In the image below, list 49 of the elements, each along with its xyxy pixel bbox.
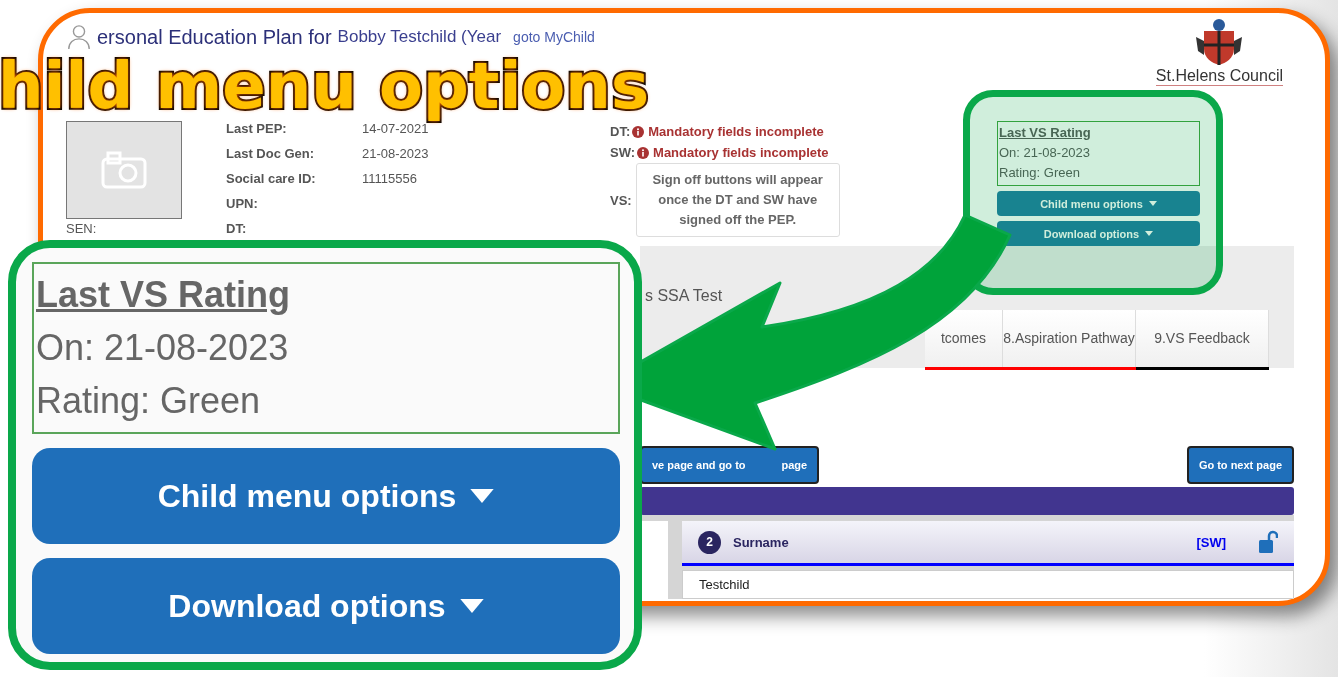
page-title: ersonal Education Plan for [97, 25, 332, 49]
caret-icon [470, 489, 495, 503]
dropdown-button[interactable]: Child menu options [997, 191, 1200, 216]
rating-date: On: 21-08-2023 [36, 327, 290, 369]
role-tag: [SW] [1196, 534, 1226, 550]
crest-icon [1196, 17, 1243, 67]
tab[interactable]: 9.VS Feedback [1136, 310, 1269, 367]
dropdown-button[interactable]: Child menu options [32, 448, 620, 544]
dropdown-button[interactable]: Download options [32, 558, 620, 654]
detail-value: 11115556 [362, 171, 418, 188]
unlocked-padlock-icon[interactable] [1258, 530, 1278, 554]
status-text: Mandatory fields incomplete [653, 145, 829, 160]
info-icon [637, 146, 650, 159]
rating-value: Rating: Green [999, 164, 1081, 182]
save-and-go-button[interactable]: ve page and go to page [640, 446, 820, 484]
goto-link[interactable]: goto MyChild [513, 29, 595, 45]
child-name: Bobby Testchild (Year [337, 27, 502, 47]
detail-value: 21-08-2023 [362, 146, 430, 163]
rating-date: On: 21-08-2023 [999, 144, 1092, 162]
detail-value: 14-07-2021 [362, 121, 430, 138]
rating-value: Rating: Green [36, 380, 262, 423]
rating-title: Last VS Rating [999, 124, 1092, 142]
caret-icon [459, 599, 484, 613]
person-icon [67, 24, 91, 50]
rating-title: Last VS Rating [36, 273, 292, 316]
status-label: SW: [610, 145, 636, 160]
vs-label: VS: [610, 192, 632, 208]
council-name: St.Helens Council [1155, 67, 1283, 86]
detail-label: DT: [226, 221, 248, 238]
caret-icon [1145, 231, 1154, 236]
next-page-button[interactable]: Go to next page [1186, 446, 1294, 484]
sen-label: SEN: [66, 221, 98, 236]
detail-label: Social care ID: [226, 171, 317, 188]
field-value: Testchild [682, 570, 1294, 599]
camera-icon [100, 150, 148, 190]
detail-label: UPN: [226, 196, 259, 213]
signoff-note: Sign off buttons will appear once the DT and SW have signed off the PEP. [635, 163, 840, 237]
dropdown-button[interactable]: Download options [997, 221, 1200, 246]
detail-label: Last Doc Gen: [226, 146, 316, 163]
field-number: 2 [698, 530, 721, 554]
detail-label: Last PEP: [226, 121, 288, 138]
tab[interactable]: 8.Aspiration Pathway [1003, 310, 1136, 367]
caret-icon [1148, 201, 1157, 206]
section-title: s SSA Test [644, 288, 724, 304]
status-label: DT: [610, 124, 631, 139]
tab[interactable]: tcomes [925, 310, 1003, 367]
info-icon [632, 125, 645, 138]
status-text: Mandatory fields incomplete [648, 124, 824, 139]
field-label: Surname [733, 534, 790, 550]
